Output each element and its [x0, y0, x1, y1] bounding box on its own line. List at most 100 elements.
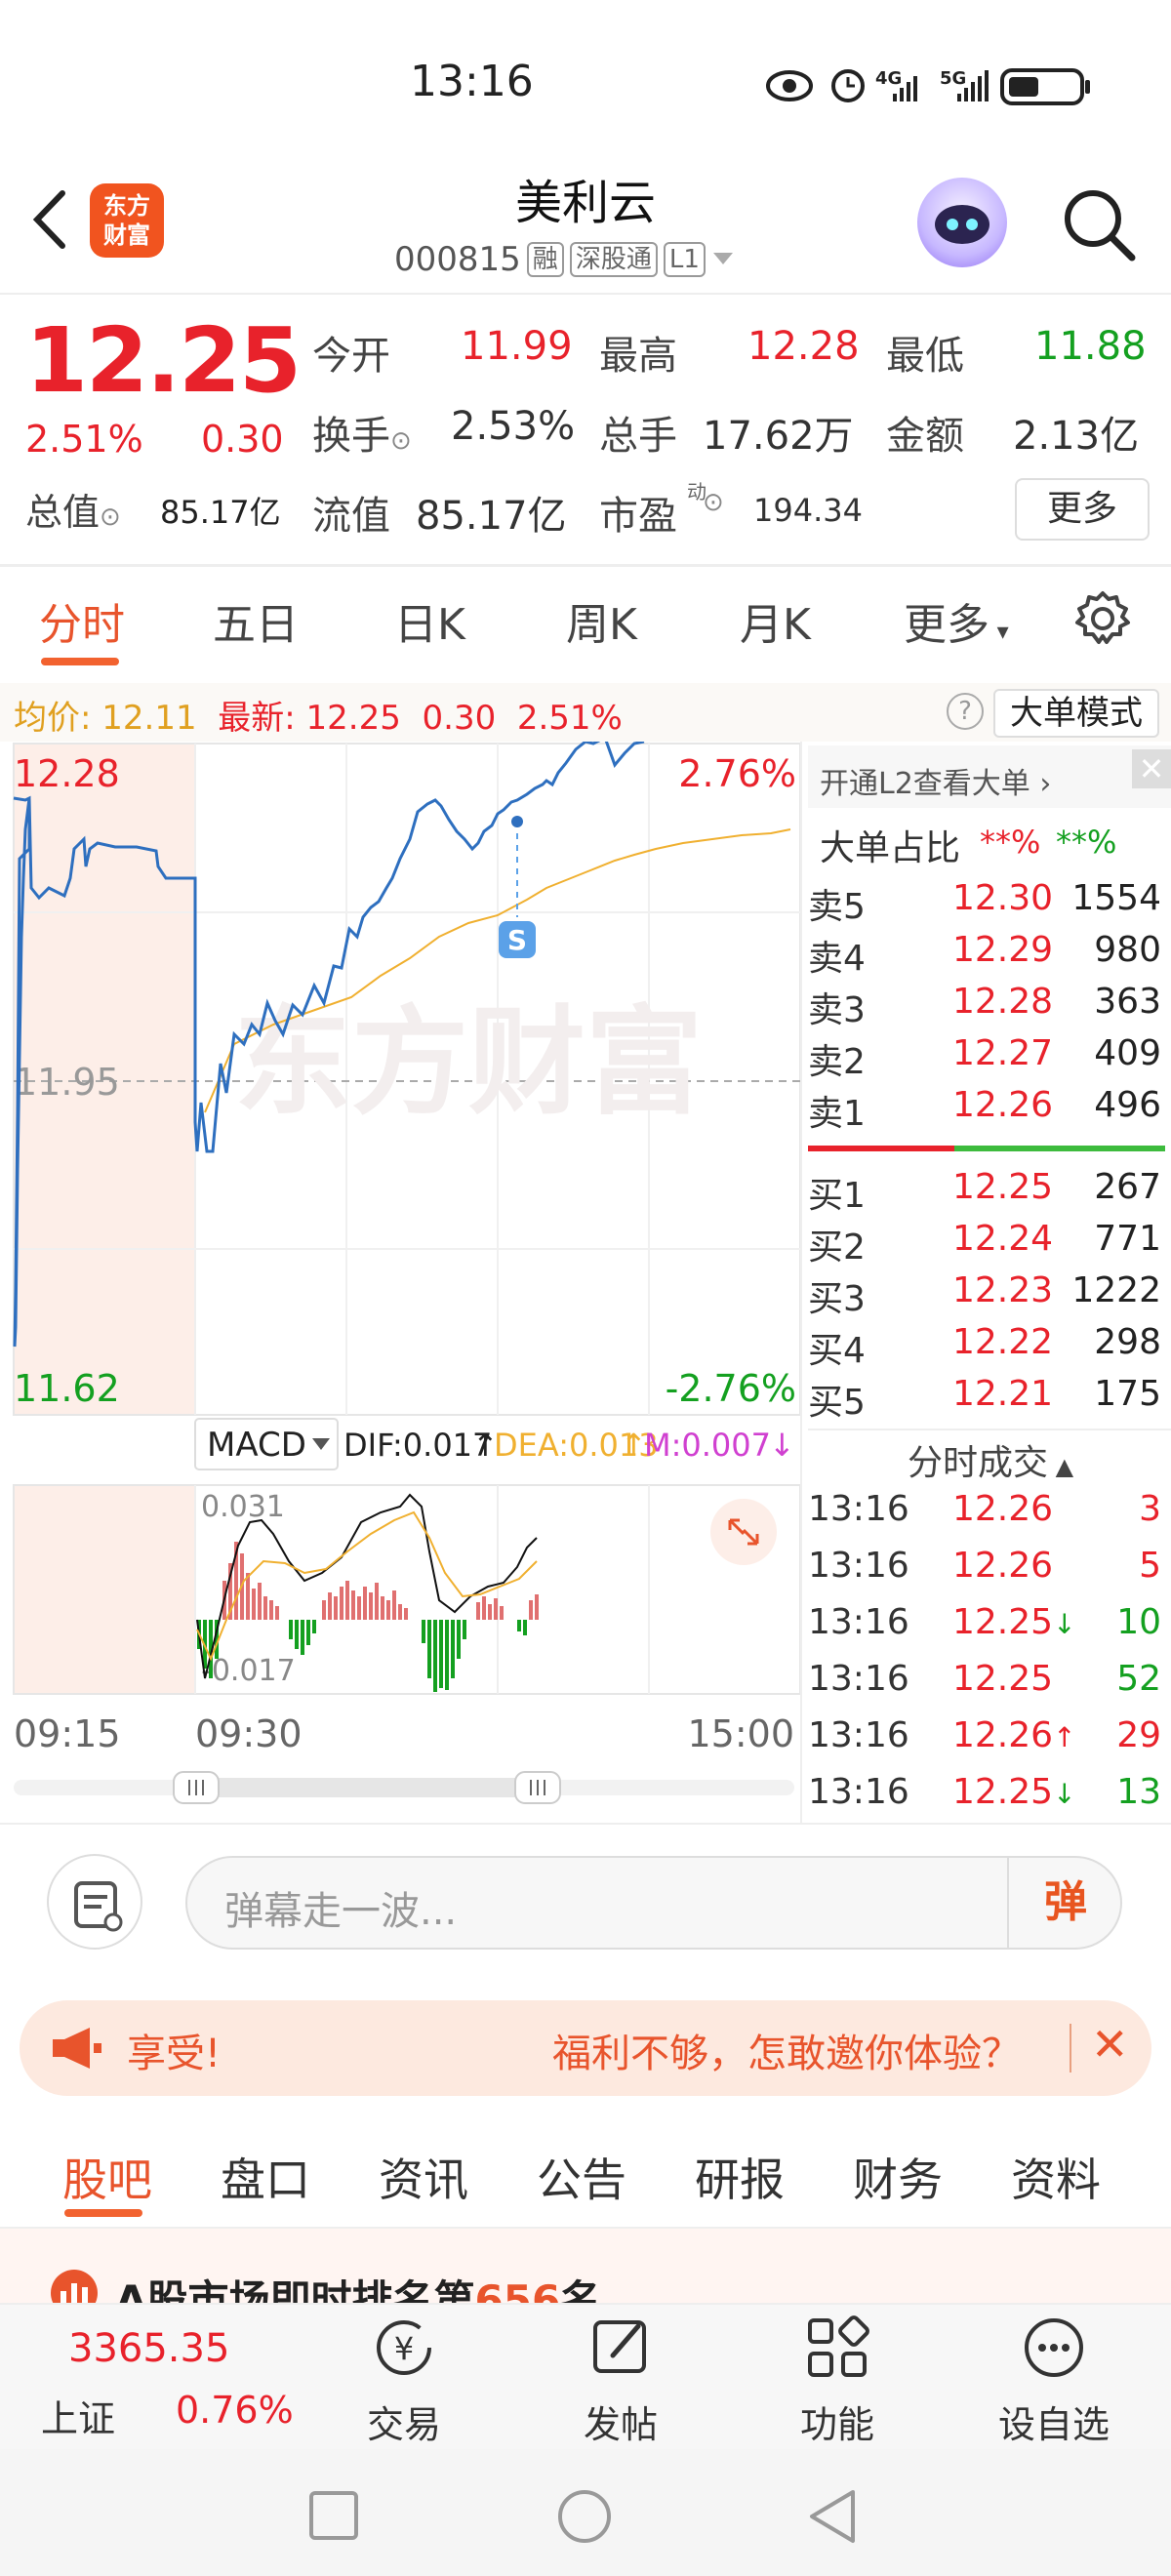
high-value: 12.28: [747, 324, 860, 369]
high-label: 最高: [599, 334, 677, 379]
svg-text:S: S: [507, 924, 527, 956]
battery-icon: [1000, 68, 1090, 105]
tab-five-day[interactable]: 五日: [213, 589, 299, 652]
bid-row: 买2 12.24 771: [808, 1219, 1161, 1268]
macd-top-label: 0.031: [201, 1490, 285, 1524]
tick-row: 13:16 12.26↑ 29: [808, 1715, 1161, 1755]
open-value: 11.99: [461, 324, 573, 369]
total-value-label: 总值⊙: [25, 491, 121, 534]
float-value: 85.17亿: [416, 494, 567, 539]
ranking-icon: [51, 2270, 98, 2307]
search-icon[interactable]: [1060, 185, 1138, 263]
home-circle-icon[interactable]: [556, 2488, 613, 2545]
y-top-label: 12.28: [14, 752, 120, 795]
tab-profile[interactable]: 资料: [1011, 2145, 1101, 2209]
index-value[interactable]: 3365.35: [68, 2326, 229, 2371]
close-icon[interactable]: ✕: [1132, 749, 1171, 788]
range-handle-right: [514, 1771, 561, 1804]
tick-row: 13:16 12.26 3: [808, 1489, 1161, 1529]
tab-research[interactable]: 研报: [695, 2145, 785, 2209]
recents-square-icon[interactable]: [308, 2490, 361, 2543]
big-ratio-label: 大单占比: [820, 828, 961, 868]
l2-link[interactable]: 开通L2查看大单 ›: [820, 759, 1051, 802]
stock-code-row[interactable]: 000815 融 深股通 L1: [394, 240, 735, 279]
nav-post[interactable]: 发帖: [533, 2313, 708, 2448]
tab-intraday[interactable]: 分时: [39, 589, 125, 652]
tab-orderbook[interactable]: 盘口: [221, 2145, 310, 2209]
y-mid-label: 11.95: [14, 1061, 120, 1104]
nav-functions[interactable]: 功能: [749, 2313, 925, 2448]
tab-weekly-k[interactable]: 周K: [566, 589, 637, 652]
svg-text:MACD: MACD: [207, 1426, 306, 1465]
system-nav-bar: [0, 2449, 1171, 2576]
last-price: 12.25: [25, 308, 302, 413]
tab-announce[interactable]: 公告: [537, 2145, 626, 2209]
tab-finance[interactable]: 财务: [853, 2145, 943, 2209]
edit-icon: [593, 2320, 646, 2373]
tick-row: 13:16 12.25↓ 10: [808, 1602, 1161, 1642]
pe-info-icon[interactable]: ⊙: [703, 488, 724, 517]
index-pct[interactable]: 0.76%: [176, 2389, 294, 2432]
l2-link-bar[interactable]: 开通L2查看大单 › ✕: [808, 745, 1171, 808]
amount-label: 金额: [886, 414, 964, 459]
bid-row: 买4 12.22 298: [808, 1322, 1161, 1371]
nav-add-watchlist[interactable]: 设自选: [966, 2313, 1142, 2448]
alarm-icon: [831, 69, 865, 102]
promo-banner[interactable]: 享受! 福利不够，怎敢邀你体验？ ✕: [20, 2000, 1151, 2096]
svg-text:¥: ¥: [394, 2330, 414, 2367]
time-end: 15:00: [687, 1712, 794, 1755]
grid-icon: [808, 2315, 869, 2377]
index-name[interactable]: 上证: [41, 2389, 115, 2442]
ranking-teaser[interactable]: A股市场即时排名第656名: [0, 2229, 1171, 2324]
bid-row: 买5 12.21 175: [808, 1374, 1161, 1423]
bottom-tab-underline: [64, 2209, 142, 2217]
tab-daily-k[interactable]: 日K: [394, 589, 465, 652]
status-bar: 13:16 4G 5G: [0, 0, 1171, 166]
promo-close-icon[interactable]: ✕: [1091, 2018, 1129, 2071]
turnover-label: 换手⊙: [312, 414, 412, 459]
danmaku-send-button[interactable]: 弹: [1007, 1856, 1122, 1950]
help-icon[interactable]: ?: [947, 693, 984, 730]
dif-value: DIF:0.017: [343, 1427, 492, 1464]
megaphone-icon: [53, 2028, 101, 2069]
tab-monthly-k[interactable]: 月K: [740, 589, 811, 652]
ask-row: 卖3 12.28 363: [808, 982, 1161, 1030]
open-label: 今开: [312, 334, 390, 379]
price-info-row: 均价: 12.11 最新: 12.25 0.30 2.51% ? 大单模式: [0, 683, 1171, 742]
more-button[interactable]: 更多: [1015, 478, 1150, 541]
macd-bot-label: -0.017: [201, 1654, 296, 1688]
nav-trade[interactable]: ¥ 交易: [316, 2313, 492, 2448]
back-triangle-icon[interactable]: [806, 2488, 859, 2545]
bid-strength-bar: [954, 1146, 1165, 1151]
low-value: 11.88: [1034, 324, 1147, 369]
settings-gear-icon[interactable]: [1073, 589, 1132, 648]
total-value: 85.17亿: [160, 494, 281, 531]
ticks-header[interactable]: 分时成交 ▲: [908, 1434, 1073, 1485]
comment-list-icon[interactable]: [47, 1854, 142, 1950]
svg-text:↓: ↓: [769, 1427, 795, 1464]
eye-icon: [766, 70, 813, 101]
tab-news[interactable]: 资讯: [379, 2145, 468, 2209]
bid-row: 买1 12.25 267: [808, 1167, 1161, 1216]
tab-more[interactable]: 更多 ▾: [904, 589, 1009, 652]
latest-label: 最新:: [218, 699, 296, 738]
big-order-mode-button[interactable]: 大单模式: [993, 689, 1159, 738]
intraday-chart[interactable]: 东方财富 12.28 11.95 11.62 2.76% -2.76% S MA…: [0, 742, 800, 1815]
big-ratio-red: **%: [980, 824, 1041, 861]
caret-down-icon: [712, 253, 733, 264]
ask-strength-bar: [808, 1146, 954, 1151]
range-handle-left: [173, 1771, 220, 1804]
assistant-avatar[interactable]: [917, 178, 1007, 267]
latest-pct: 2.51%: [516, 699, 623, 738]
tick-row: 13:16 12.25↓ 13: [808, 1772, 1161, 1812]
more-dots-icon: [1025, 2318, 1083, 2377]
ask-row: 卖1 12.26 496: [808, 1085, 1161, 1134]
tag-connect: 深股通: [569, 242, 658, 277]
latest-chg: 0.30: [422, 699, 497, 738]
ask-row: 卖5 12.30 1554: [808, 878, 1161, 927]
m-value: M:0.007: [644, 1427, 771, 1464]
bid-row: 买3 12.23 1222: [808, 1270, 1161, 1319]
tab-forum[interactable]: 股吧: [62, 2145, 152, 2209]
pct-top-label: 2.76%: [678, 752, 796, 795]
tag-margin: 融: [526, 242, 564, 277]
